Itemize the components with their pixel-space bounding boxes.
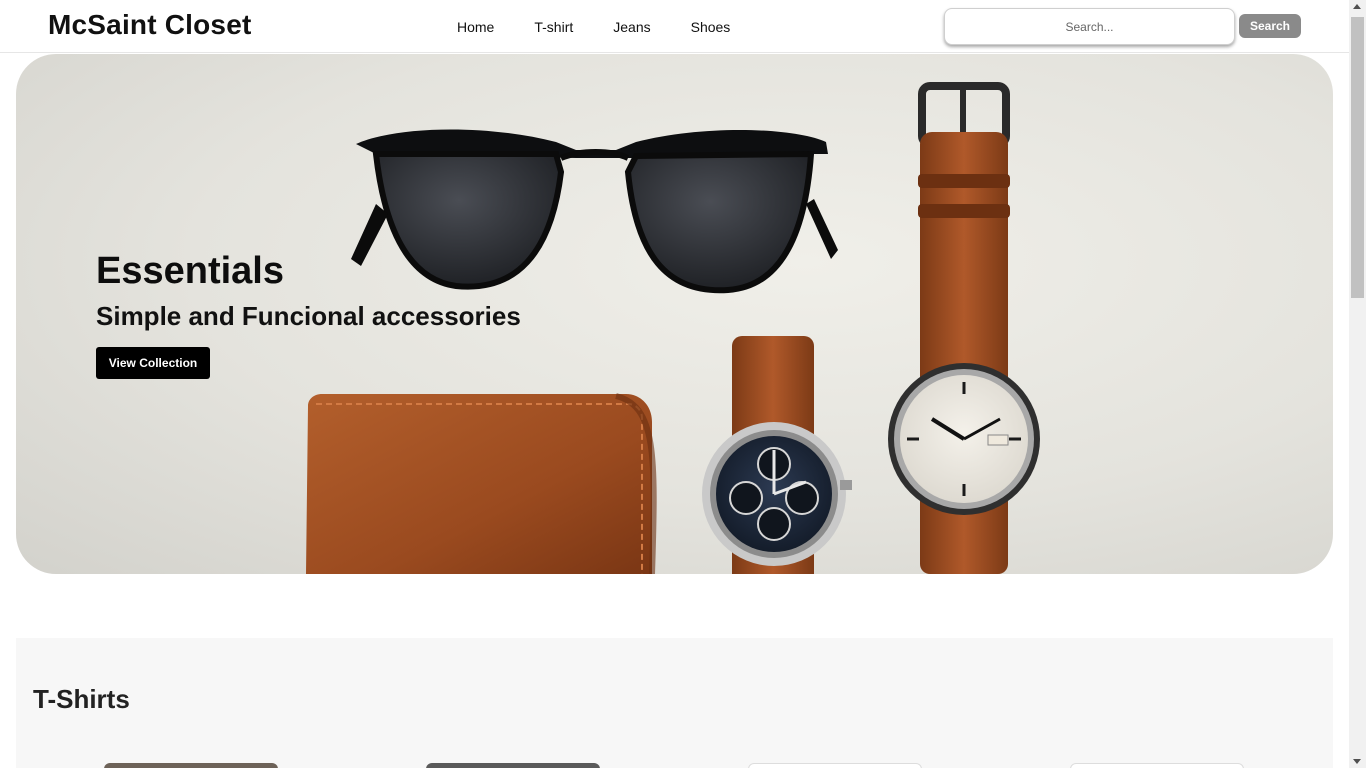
watch-right [888,82,1040,574]
nav-jeans[interactable]: Jeans [593,19,670,35]
product-card[interactable] [426,763,600,768]
search-input[interactable] [944,8,1235,45]
view-collection-button[interactable]: View Collection [96,347,210,379]
hero-subtitle: Simple and Funcional accessories [96,301,521,331]
product-card[interactable] [748,763,922,768]
leather-wallet [306,393,657,574]
product-card[interactable] [104,763,278,768]
arrow-down-icon[interactable] [1353,759,1361,764]
search-button[interactable]: Search [1239,14,1301,38]
main-nav: Home T-shirt Jeans Shoes [437,0,750,53]
nav-shoes[interactable]: Shoes [671,19,751,35]
site-logo[interactable]: McSaint Closet [48,9,252,41]
section-title: T-Shirts [33,684,130,714]
watch-chronograph [702,336,852,574]
sunglasses [351,129,838,294]
hero-title: Essentials [96,250,284,292]
nav-home[interactable]: Home [437,19,514,35]
product-card[interactable] [1070,763,1244,768]
page-scrollbar[interactable] [1349,0,1366,768]
tshirts-section: T-Shirts [16,638,1333,768]
site-header: McSaint Closet Home T-shirt Jeans Shoes … [0,0,1349,53]
arrow-up-icon[interactable] [1353,4,1361,9]
nav-tshirt[interactable]: T-shirt [514,19,593,35]
scroll-thumb[interactable] [1351,17,1364,298]
hero-banner: Essentials Simple and Funcional accessor… [16,54,1333,574]
